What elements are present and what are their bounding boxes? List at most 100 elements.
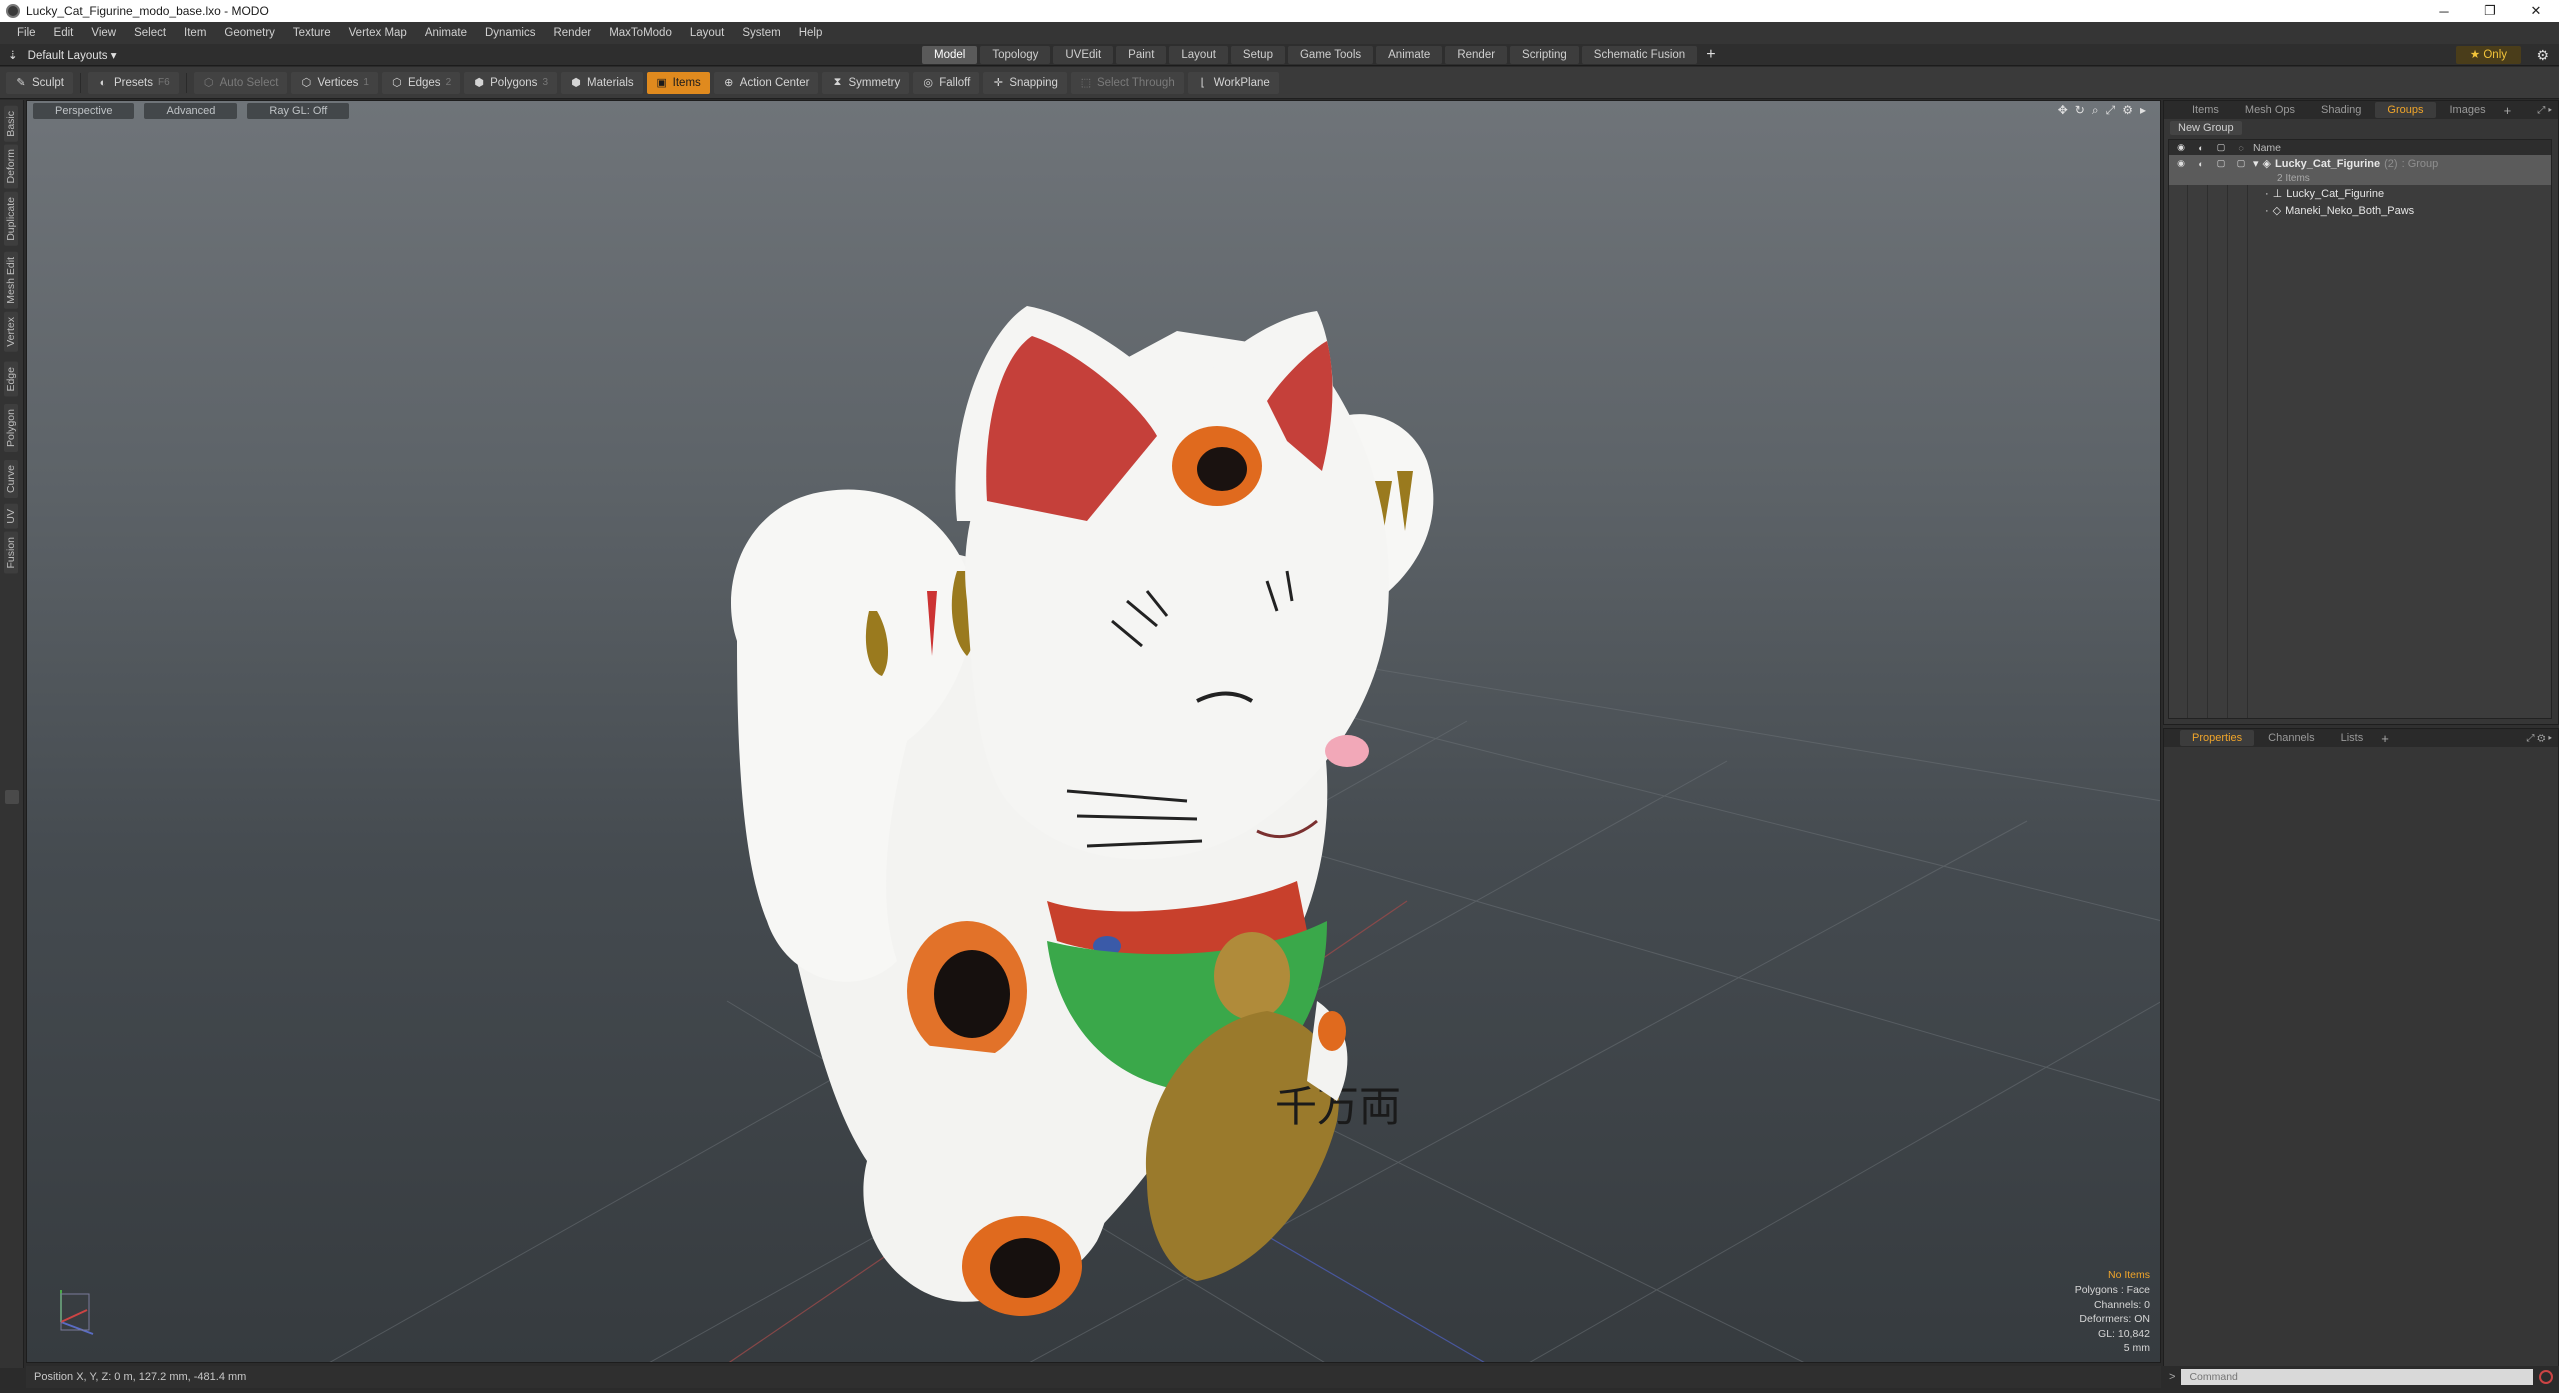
eye-icon[interactable]: ◉ [2175, 142, 2187, 154]
falloff-button[interactable]: ◎ Falloff [913, 71, 980, 94]
polygons-button[interactable]: ⬢ Polygons 3 [464, 71, 557, 94]
minimize-button[interactable]: ─ [2421, 0, 2467, 22]
panel-expand-icon[interactable]: ⤢ ⚙ ▸ [2526, 733, 2552, 744]
tab-topology[interactable]: Topology [980, 46, 1051, 64]
panel-expand-icon[interactable]: ⤢ ▸ [2537, 105, 2552, 116]
viewport-menu-icon[interactable]: ▸ [2140, 103, 2146, 118]
menu-file[interactable]: File [8, 22, 45, 44]
left-tab-vertex[interactable]: Vertex [4, 312, 18, 352]
lock-icon[interactable]: ▢ [2215, 158, 2227, 170]
left-tab-mesh-edit[interactable]: Mesh Edit [4, 252, 18, 309]
group-row-lucky-cat[interactable]: ◉ ◐ ▢ ▢ ▾ ◈ Lucky_Cat_Figurine (2) : Gro… [2169, 155, 2551, 172]
tab-model[interactable]: Model [922, 46, 978, 64]
tab-groups[interactable]: Groups [2375, 102, 2436, 118]
sculpt-button[interactable]: ✎ Sculpt [6, 71, 73, 94]
tab-game-tools[interactable]: Game Tools [1287, 46, 1374, 64]
menu-item[interactable]: Item [175, 22, 215, 44]
add-tab-button[interactable]: + [1700, 46, 1721, 64]
symmetry-button[interactable]: ⧗ Symmetry [822, 71, 910, 94]
presets-button[interactable]: ◐ Presets F6 [87, 71, 179, 94]
command-history-icon[interactable] [2539, 1370, 2554, 1384]
eye-icon[interactable]: ◉ [2175, 158, 2187, 170]
menu-view[interactable]: View [82, 22, 125, 44]
rotate-icon[interactable]: ↻ [2075, 103, 2085, 118]
action-center-button[interactable]: ⊕ Action Center [713, 71, 819, 94]
tab-items[interactable]: Items [2180, 102, 2231, 118]
viewport-settings-icon[interactable]: ⚙ [2122, 103, 2133, 118]
only-toggle[interactable]: ★ Only [2455, 46, 2521, 64]
menu-dynamics[interactable]: Dynamics [476, 22, 544, 44]
tab-uvedit[interactable]: UVEdit [1053, 46, 1114, 64]
items-button[interactable]: ▣ Items [646, 71, 710, 94]
group-icon: ◈ [2262, 158, 2271, 170]
menu-vertex-map[interactable]: Vertex Map [340, 22, 416, 44]
lucky-cat-model[interactable]: 千万両 [731, 306, 1434, 1316]
menu-render[interactable]: Render [544, 22, 600, 44]
menu-geometry[interactable]: Geometry [215, 22, 284, 44]
group-subtitle-row: 2 Items [2169, 172, 2551, 185]
select-icon[interactable]: ▢ [2235, 158, 2247, 170]
shading-dropdown[interactable]: Advanced [144, 103, 238, 119]
menu-edit[interactable]: Edit [45, 22, 83, 44]
menu-texture[interactable]: Texture [284, 22, 340, 44]
tab-channels[interactable]: Channels [2256, 730, 2326, 746]
group-name-cell: ▾ ◈ Lucky_Cat_Figurine (2) : Group [2253, 157, 2438, 171]
materials-button[interactable]: ⬢ Materials [561, 71, 643, 94]
close-button[interactable]: ✕ [2513, 0, 2559, 22]
gear-icon[interactable]: ⚙ [2536, 46, 2549, 64]
tab-properties[interactable]: Properties [2180, 730, 2255, 746]
tab-paint[interactable]: Paint [1116, 46, 1167, 64]
tab-layout[interactable]: Layout [1169, 46, 1228, 64]
command-input[interactable] [2181, 1369, 2534, 1385]
select-icon[interactable]: ◌ [2235, 142, 2247, 154]
fit-icon[interactable]: ⤢ [2106, 103, 2116, 118]
pan-icon[interactable]: ✥ [2058, 103, 2068, 118]
3d-viewport[interactable]: 千万両 Perspective Advanced Ray GL: Off ✥ ↻… [26, 100, 2161, 1363]
menu-layout[interactable]: Layout [681, 22, 734, 44]
render-icon[interactable]: ◐ [2195, 158, 2207, 170]
left-tab-fusion[interactable]: Fusion [4, 532, 18, 574]
raygl-dropdown[interactable]: Ray GL: Off [247, 103, 350, 119]
add-panel-tab-button[interactable]: + [2377, 731, 2393, 746]
workplane-button[interactable]: ⌊ WorkPlane [1187, 71, 1279, 94]
group-child-row[interactable]: · ◇ Maneki_Neko_Both_Paws [2169, 202, 2551, 219]
layout-selector[interactable]: ⇣ Default Layouts ▾ [8, 46, 117, 64]
select-through-button[interactable]: ⬚ Select Through [1070, 71, 1184, 94]
menu-animate[interactable]: Animate [416, 22, 476, 44]
maximize-button[interactable]: ❐ [2467, 0, 2513, 22]
auto-select-button[interactable]: ⬡ Auto Select [193, 71, 288, 94]
menu-maxtomodo[interactable]: MaxToModo [600, 22, 681, 44]
left-tab-duplicate[interactable]: Duplicate [4, 192, 18, 246]
tab-setup[interactable]: Setup [1230, 46, 1285, 64]
left-tab-curve[interactable]: Curve [4, 460, 18, 499]
menu-help[interactable]: Help [790, 22, 832, 44]
strip-collapse-button[interactable] [5, 790, 19, 804]
expand-arrow-icon[interactable]: ▾ [2253, 157, 2259, 170]
left-tab-uv[interactable]: UV [4, 504, 18, 529]
left-tab-basic[interactable]: Basic [4, 106, 18, 142]
tab-mesh-ops[interactable]: Mesh Ops [2233, 102, 2307, 118]
tab-lists[interactable]: Lists [2329, 730, 2376, 746]
snapping-button[interactable]: ✛ Snapping [983, 71, 1067, 94]
select-through-label: Select Through [1096, 76, 1175, 89]
vertices-button[interactable]: ⬡ Vertices 1 [291, 71, 378, 94]
left-tab-deform[interactable]: Deform [4, 144, 18, 189]
menu-select[interactable]: Select [125, 22, 175, 44]
tab-animate[interactable]: Animate [1376, 46, 1443, 64]
tab-images[interactable]: Images [2438, 102, 2498, 118]
zoom-icon[interactable]: ⌕ [2092, 103, 2099, 118]
tab-schematic-fusion[interactable]: Schematic Fusion [1581, 46, 1698, 64]
menu-system[interactable]: System [733, 22, 789, 44]
left-tab-polygon[interactable]: Polygon [4, 404, 18, 452]
tab-shading[interactable]: Shading [2309, 102, 2373, 118]
perspective-dropdown[interactable]: Perspective [33, 103, 135, 119]
tab-scripting[interactable]: Scripting [1510, 46, 1579, 64]
group-child-row[interactable]: · ⊥ Lucky_Cat_Figurine [2169, 185, 2551, 202]
lock-icon[interactable]: ▢ [2215, 142, 2227, 154]
left-tab-edge[interactable]: Edge [4, 362, 18, 397]
edges-button[interactable]: ⬡ Edges 2 [381, 71, 461, 94]
add-panel-tab-button[interactable]: + [2500, 103, 2516, 118]
tab-render[interactable]: Render [1445, 46, 1508, 64]
new-group-button[interactable]: New Group [2170, 121, 2242, 135]
render-icon[interactable]: ◐ [2195, 142, 2207, 154]
